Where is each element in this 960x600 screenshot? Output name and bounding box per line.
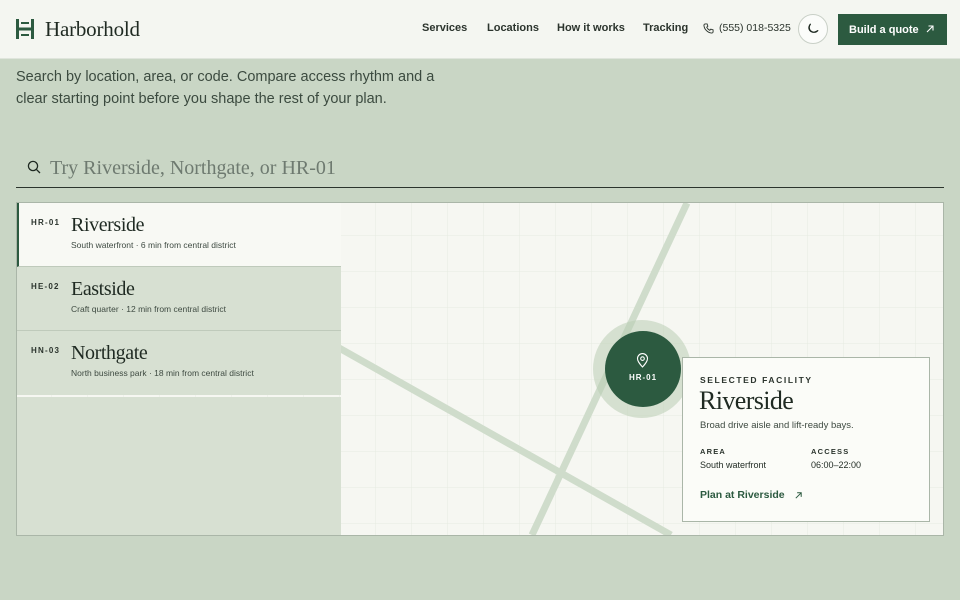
nav-services[interactable]: Services xyxy=(422,22,467,34)
facility-desc: South waterfront · 6 min from central di… xyxy=(71,240,236,250)
facility-desc: Craft quarter · 12 min from central dist… xyxy=(71,304,226,314)
facility-code: HE-02 xyxy=(31,282,60,291)
nav-tracking[interactable]: Tracking xyxy=(643,22,688,34)
facility-item-eastside[interactable]: HE-02 Eastside Craft quarter · 12 min fr… xyxy=(17,267,341,331)
facility-code: HN-03 xyxy=(31,346,61,355)
phone-icon xyxy=(703,22,714,34)
theme-toggle-button[interactable] xyxy=(798,14,828,44)
facility-item-northgate[interactable]: HN-03 Northgate North business park · 18… xyxy=(17,331,341,395)
selected-facility-name: Riverside xyxy=(699,386,794,415)
nav-locations[interactable]: Locations xyxy=(487,22,539,34)
phone-number: (555) 018-5325 xyxy=(719,22,791,34)
arrow-up-right-icon xyxy=(926,25,934,33)
search-input[interactable] xyxy=(50,153,930,183)
nav-how-it-works[interactable]: How it works xyxy=(557,22,625,34)
brand-logo[interactable]: Harborhold xyxy=(16,18,140,40)
arrow-up-right-icon xyxy=(795,491,802,499)
map-marker-riverside[interactable]: HR-01 xyxy=(605,331,681,407)
plan-at-facility-link[interactable]: Plan at Riverside xyxy=(700,489,803,501)
harbor-logo-icon xyxy=(16,19,34,39)
moon-icon xyxy=(808,23,819,33)
map-pin-icon xyxy=(636,353,649,368)
build-quote-button[interactable]: Build a quote xyxy=(838,14,947,45)
plan-link-label: Plan at Riverside xyxy=(700,489,785,501)
map-marker-code: HR-01 xyxy=(628,373,658,382)
site-header: Harborhold Services Locations How it wor… xyxy=(0,0,960,59)
access-value: 06:00–22:00 xyxy=(811,460,862,470)
search-bar xyxy=(16,150,944,188)
intro-text: Search by location, area, or code. Compa… xyxy=(16,69,435,107)
selected-facility-kicker: SELECTED FACILITY xyxy=(700,375,813,385)
facility-name: Riverside xyxy=(71,214,145,236)
phone-link[interactable]: (555) 018-5325 xyxy=(703,22,791,34)
search-icon xyxy=(27,160,41,174)
facility-item-riverside[interactable]: HR-01 Riverside South waterfront · 6 min… xyxy=(17,203,341,267)
access-label: ACCESS xyxy=(811,447,850,456)
facility-code: HR-01 xyxy=(31,218,61,227)
facility-finder-panel: HR-01 Riverside South waterfront · 6 min… xyxy=(16,202,944,536)
facility-desc: North business park · 18 min from centra… xyxy=(71,368,254,378)
facility-list-background xyxy=(17,397,341,535)
area-label: AREA xyxy=(700,447,727,456)
area-value: South waterfront xyxy=(700,460,767,470)
facility-name: Eastside xyxy=(71,278,135,300)
selected-facility-desc: Broad drive aisle and lift-ready bays. xyxy=(700,420,854,431)
facility-list: HR-01 Riverside South waterfront · 6 min… xyxy=(17,203,341,395)
selected-facility-card: SELECTED FACILITY Riverside Broad drive … xyxy=(682,357,930,522)
build-quote-label: Build a quote xyxy=(849,23,919,36)
brand-name: Harborhold xyxy=(45,17,140,41)
facility-name: Northgate xyxy=(71,342,148,364)
